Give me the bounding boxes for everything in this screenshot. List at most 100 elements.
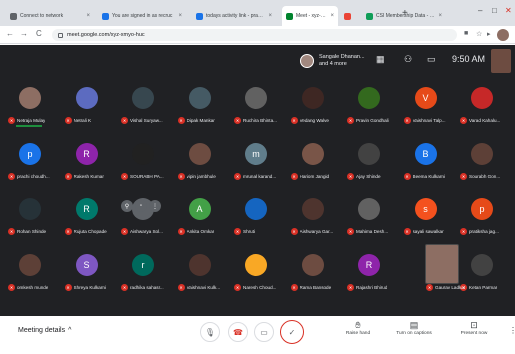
participant-tile[interactable]: ✕ Vedang Walve — [289, 83, 337, 135]
avatar — [132, 87, 154, 109]
present-now-button[interactable]: ⊡ Present now — [446, 319, 502, 336]
participant-tile[interactable]: ⚲ ▫ ⋮ ✕ Aishwarya Sol... — [119, 194, 167, 246]
camera-icon[interactable]: ■ — [464, 30, 468, 37]
avatar: V — [414, 87, 437, 109]
favicon-icon — [344, 12, 351, 20]
extensions-icon[interactable]: ▸ — [487, 30, 491, 38]
participant-tile[interactable]: S ✕ Shreya Kulkarni — [63, 250, 111, 302]
participant-tile[interactable]: ✕ Shruti — [232, 194, 280, 246]
tab-close-icon[interactable]: × — [268, 13, 272, 19]
chat-icon[interactable]: ▭ — [427, 54, 436, 65]
participant-tile[interactable]: ✕ Sourabh Gon... — [458, 139, 506, 191]
participant-name: Beema Kulkarni — [412, 173, 445, 179]
captions-button[interactable]: ▤ Turn on captions — [386, 319, 442, 336]
participant-tile[interactable]: V ✕ Vaishnavi Talp... — [402, 83, 450, 135]
reload-button[interactable]: C — [36, 29, 42, 39]
participant-tile[interactable]: ✕ Netraja Mulay — [6, 83, 54, 135]
participant-tile[interactable]: p ✕ pratiksha jag... — [458, 194, 506, 246]
participant-tile[interactable]: ✕ Mahima Desh... — [345, 194, 393, 246]
participant-name: Rujuta Chopade — [73, 229, 107, 234]
minimize-button[interactable]: – — [478, 6, 482, 15]
mic-off-icon: ✕ — [347, 172, 354, 180]
participant-tile[interactable]: R ✕ Rajashri Bhirud — [345, 250, 393, 302]
participant-name: radhika sahasr... — [130, 284, 164, 290]
participant-tile[interactable]: R ✕ Rakesh Kumar — [63, 139, 111, 191]
tab-close-icon[interactable]: × — [438, 13, 442, 19]
participant-tile[interactable]: A ✕ Ankita Omkar — [176, 194, 224, 246]
participant-tile[interactable]: ✕ Pravin Gondhali — [345, 83, 393, 135]
participant-name: Ankita Omkar — [186, 229, 215, 234]
raise-hand-button[interactable]: ✋︎ Raise hand — [330, 319, 386, 336]
participant-tile[interactable]: ✕ Vaishnavi Kulk... — [176, 250, 224, 302]
tab-close-icon[interactable]: × — [330, 13, 334, 19]
participant-tile[interactable]: ✕ Rama Bansode — [289, 250, 337, 302]
mic-toggle-button[interactable]: 🎙︎ — [200, 322, 220, 342]
back-button[interactable]: ← — [6, 29, 14, 39]
participant-tile[interactable]: m ✕ mrunal karand... — [232, 139, 280, 191]
star-icon[interactable]: ☆ — [476, 30, 482, 38]
participant-name: Dipak Mankar — [186, 118, 215, 123]
participant-tile[interactable]: s ✕ sayali sawalkar — [402, 194, 450, 246]
participant-tile[interactable]: ✕ Ruchira Bhinta... — [232, 83, 280, 135]
avatar: B — [414, 142, 437, 165]
participant-name: Shruti — [243, 229, 256, 234]
browser-tab[interactable]: Connect to network × — [6, 6, 94, 26]
profile-avatar[interactable] — [497, 29, 509, 41]
leave-call-button[interactable]: ☎ — [228, 322, 248, 342]
more-options-icon[interactable]: ⋮ — [509, 326, 515, 335]
chevron-up-icon: ^ — [68, 327, 72, 334]
participant-tile[interactable]: ✕ Naresh Choud... — [232, 250, 280, 302]
participant-tile[interactable]: B ✕ Beema Kulkarni — [402, 139, 450, 191]
presenter-more: and 4 more — [319, 61, 347, 67]
browser-tab[interactable]: You are signed in as recruc × — [98, 6, 186, 26]
tab-title: Connect to network — [20, 13, 64, 19]
participant-tile[interactable]: ✕ Varad Kahalu... — [458, 83, 506, 135]
close-window-button[interactable]: ✕ — [505, 6, 512, 15]
captions-label: Turn on captions — [396, 331, 432, 336]
mic-off-icon: ✕ — [347, 228, 354, 235]
avatar — [245, 198, 267, 220]
participant-tile[interactable]: ✕ omkesh munde — [6, 250, 54, 302]
participant-name: Hariom Jangid — [299, 173, 330, 179]
participant-tile[interactable]: R ✕ Rujuta Chopade — [63, 194, 111, 246]
present-icon: ⊡ — [470, 320, 478, 330]
checkmark-button[interactable]: ✓ — [280, 320, 304, 344]
new-tab-button[interactable]: + — [402, 9, 408, 19]
participant-tile[interactable]: ✕ vipin jambhule — [176, 139, 224, 191]
tab-close-icon[interactable]: × — [86, 13, 90, 19]
participant-tile[interactable]: p ✕ prachi choudh... — [6, 139, 54, 191]
pin-icon[interactable]: ⚲ — [121, 200, 133, 212]
participant-tile[interactable]: ✕ SOURABH PA... — [119, 139, 167, 191]
participant-name: Vaishnavi Kulk... — [186, 284, 221, 290]
maximize-button[interactable]: □ — [492, 6, 497, 15]
participant-tile[interactable]: ✕ Ajay Shinde — [345, 139, 393, 191]
mic-off-icon: ✕ — [64, 228, 72, 235]
participant-tile[interactable]: ✕ Vishal Suryaw... — [119, 83, 167, 135]
self-view[interactable] — [491, 49, 511, 73]
fullscreen-icon[interactable]: ▫ — [135, 200, 147, 212]
tab-close-icon[interactable]: × — [178, 13, 182, 19]
meeting-details-button[interactable]: Meeting details ^ — [18, 327, 71, 334]
grid-icon[interactable]: ▦ — [376, 54, 385, 65]
participant-tile[interactable]: ✕ Netrali K — [63, 83, 111, 135]
browser-tab[interactable] — [340, 6, 358, 26]
browser-tab[interactable]: Meet - xyz-xmyo-huc× — [282, 6, 338, 26]
participant-tile[interactable]: ✕ Rohan Shinde — [6, 194, 54, 246]
participant-name: Varad Kahalu... — [469, 118, 501, 123]
mic-off-icon: ✕ — [64, 172, 72, 180]
participant-tile[interactable]: ✕ Aishwarya Gar... — [289, 194, 337, 246]
participant-tile[interactable]: r ✕ radhika sahasr... — [119, 250, 167, 302]
browser-tab[interactable]: todays activity link - pradhyum× — [192, 6, 276, 26]
avatar: R — [358, 253, 380, 276]
meeting-details-label: Meeting details — [18, 327, 66, 334]
more-icon[interactable]: ⋮ — [149, 200, 161, 212]
participant-tile[interactable]: ✕ Dipak Mankar — [176, 83, 224, 135]
people-icon[interactable]: ⚇ — [404, 54, 412, 65]
participant-name: Vishal Suryaw... — [130, 118, 163, 123]
participant-name: omkesh munde — [17, 284, 49, 290]
avatar: p — [19, 142, 41, 165]
camera-toggle-button[interactable]: ▭ — [254, 322, 274, 342]
participant-tile[interactable]: ✕ Hariom Jangid — [289, 139, 337, 191]
forward-button[interactable]: → — [20, 29, 28, 39]
url-input[interactable]: meet.google.com/xyz-xmyo-huc — [52, 29, 457, 41]
